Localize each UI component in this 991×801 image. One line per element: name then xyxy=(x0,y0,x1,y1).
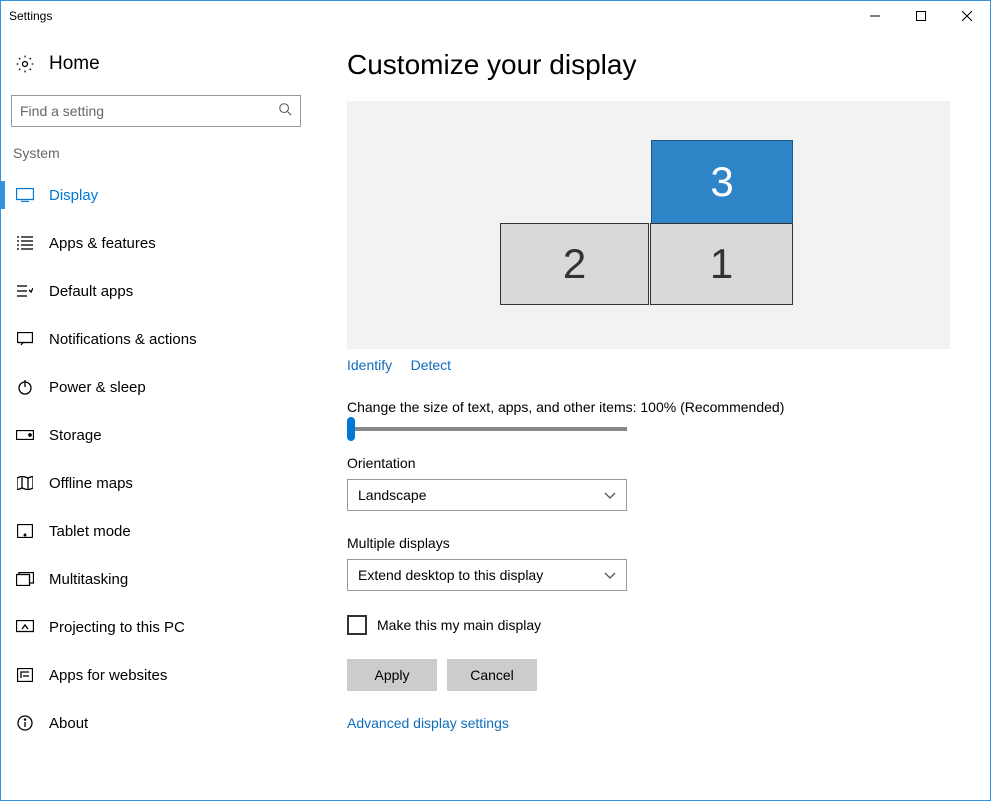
sidebar-item-apps-features[interactable]: Apps & features xyxy=(1,219,311,267)
notifications-icon xyxy=(13,332,37,346)
sidebar-item-power-sleep[interactable]: Power & sleep xyxy=(1,363,311,411)
orientation-label: Orientation xyxy=(347,455,950,471)
scale-label: Change the size of text, apps, and other… xyxy=(347,399,950,415)
list-icon xyxy=(13,236,37,250)
sidebar-item-display[interactable]: Display xyxy=(1,171,311,219)
sidebar-item-default-apps[interactable]: Default apps xyxy=(1,267,311,315)
maximize-button[interactable] xyxy=(898,1,944,31)
project-icon xyxy=(13,620,37,634)
home-button[interactable]: Home xyxy=(1,45,311,91)
search-box[interactable] xyxy=(11,95,301,127)
scale-slider[interactable] xyxy=(347,427,627,431)
detect-link[interactable]: Detect xyxy=(411,357,451,373)
power-icon xyxy=(13,379,37,395)
sidebar-item-label: About xyxy=(49,715,88,732)
minimize-button[interactable] xyxy=(852,1,898,31)
multiple-displays-dropdown[interactable]: Extend desktop to this display xyxy=(347,559,627,591)
orientation-value: Landscape xyxy=(358,487,427,503)
sidebar-item-multitasking[interactable]: Multitasking xyxy=(1,555,311,603)
close-icon xyxy=(962,11,972,21)
main-display-checkbox-label: Make this my main display xyxy=(377,617,541,633)
display-arrangement[interactable]: 3 2 1 xyxy=(347,101,950,349)
advanced-display-settings-link[interactable]: Advanced display settings xyxy=(347,715,509,731)
chevron-down-icon xyxy=(604,487,616,503)
sidebar-item-storage[interactable]: Storage xyxy=(1,411,311,459)
main-display-checkbox[interactable] xyxy=(347,615,367,635)
display-icon xyxy=(13,188,37,202)
sidebar-item-projecting[interactable]: Projecting to this PC xyxy=(1,603,311,651)
window-title: Settings xyxy=(9,9,52,23)
identify-link[interactable]: Identify xyxy=(347,357,392,373)
defaults-icon xyxy=(13,284,37,298)
apply-button[interactable]: Apply xyxy=(347,659,437,691)
slider-thumb[interactable] xyxy=(347,417,355,441)
chevron-down-icon xyxy=(604,567,616,583)
titlebar: Settings xyxy=(1,1,990,31)
about-icon xyxy=(13,715,37,731)
sidebar-item-offline-maps[interactable]: Offline maps xyxy=(1,459,311,507)
cancel-button[interactable]: Cancel xyxy=(447,659,537,691)
sidebar-item-label: Offline maps xyxy=(49,475,133,492)
search-input[interactable] xyxy=(20,103,278,119)
minimize-icon xyxy=(870,11,880,21)
main-content: Customize your display 3 2 1 Identify De… xyxy=(311,31,990,800)
page-title: Customize your display xyxy=(347,49,950,81)
maximize-icon xyxy=(916,11,926,21)
multiple-displays-value: Extend desktop to this display xyxy=(358,567,543,583)
sidebar-item-about[interactable]: About xyxy=(1,699,311,747)
orientation-dropdown[interactable]: Landscape xyxy=(347,479,627,511)
apps-web-icon xyxy=(13,668,37,682)
multitask-icon xyxy=(13,572,37,586)
monitor-1[interactable]: 1 xyxy=(650,223,793,305)
home-label: Home xyxy=(49,53,100,75)
sidebar-item-label: Power & sleep xyxy=(49,379,146,396)
monitor-3[interactable]: 3 xyxy=(651,140,793,224)
section-label: System xyxy=(1,145,311,171)
sidebar-item-notifications[interactable]: Notifications & actions xyxy=(1,315,311,363)
sidebar: Home System Display Apps & features Defa… xyxy=(1,31,311,800)
map-icon xyxy=(13,476,37,490)
sidebar-item-label: Notifications & actions xyxy=(49,331,197,348)
sidebar-item-label: Projecting to this PC xyxy=(49,619,185,636)
monitor-2[interactable]: 2 xyxy=(500,223,649,305)
sidebar-item-label: Apps & features xyxy=(49,235,156,252)
tablet-icon xyxy=(13,524,37,538)
sidebar-item-label: Storage xyxy=(49,427,102,444)
search-icon xyxy=(278,102,292,121)
close-button[interactable] xyxy=(944,1,990,31)
sidebar-item-label: Tablet mode xyxy=(49,523,131,540)
sidebar-item-tablet-mode[interactable]: Tablet mode xyxy=(1,507,311,555)
sidebar-item-label: Display xyxy=(49,187,98,204)
gear-icon xyxy=(13,54,37,74)
settings-window: Settings Home System xyxy=(0,0,991,801)
storage-icon xyxy=(13,430,37,440)
multiple-displays-label: Multiple displays xyxy=(347,535,950,551)
sidebar-item-label: Apps for websites xyxy=(49,667,167,684)
sidebar-item-apps-websites[interactable]: Apps for websites xyxy=(1,651,311,699)
sidebar-item-label: Default apps xyxy=(49,283,133,300)
sidebar-item-label: Multitasking xyxy=(49,571,128,588)
